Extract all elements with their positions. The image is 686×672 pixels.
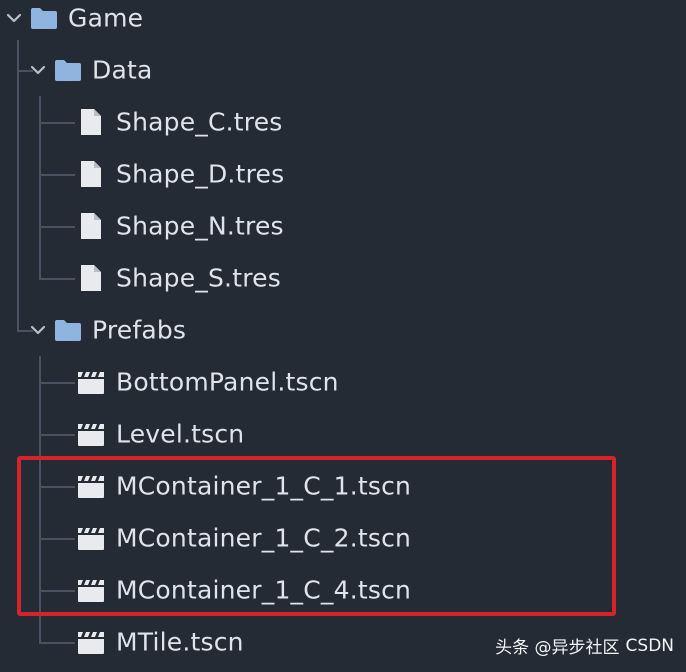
tree-row-scene[interactable]: MContainer_1_C_4.tscn [0, 564, 686, 616]
tree-row-file[interactable]: Shape_S.tres [0, 252, 686, 304]
clapperboard-icon [78, 632, 104, 654]
file-icon [81, 213, 101, 239]
file-icon [81, 265, 101, 291]
file-icon [81, 161, 101, 187]
clapperboard-icon [78, 528, 104, 550]
tree-label-file: Shape_S.tres [116, 263, 281, 293]
tree-row-file[interactable]: Shape_N.tres [0, 200, 686, 252]
file-icon [81, 109, 101, 135]
tree-row-file[interactable]: Shape_C.tres [0, 96, 686, 148]
tree-row-scene[interactable]: BottomPanel.tscn [0, 356, 686, 408]
tree-label-scene: MTile.tscn [116, 627, 244, 657]
tree-label-scene: MContainer_1_C_2.tscn [116, 523, 412, 553]
clapperboard-icon [78, 424, 104, 446]
chevron-down-icon[interactable] [30, 324, 46, 336]
tree-label-prefabs: Prefabs [92, 315, 187, 345]
tree-label-file: Shape_D.tres [116, 159, 285, 189]
folder-icon [55, 320, 81, 341]
tree-row-scene[interactable]: MContainer_1_C_2.tscn [0, 512, 686, 564]
tree-row-scene[interactable]: Level.tscn [0, 408, 686, 460]
tree-label-file: Shape_C.tres [116, 107, 283, 137]
tree-row-file[interactable]: Shape_D.tres [0, 148, 686, 200]
tree-label-scene: BottomPanel.tscn [116, 367, 339, 397]
tree-label-scene: Level.tscn [116, 419, 245, 449]
tree-label-file: Shape_N.tres [116, 211, 284, 241]
filesystem-dock: Game Data Shape_C.tres Shape_D.tres Shap… [0, 0, 686, 672]
tree-label-scene: MContainer_1_C_4.tscn [116, 575, 412, 605]
clapperboard-icon [78, 372, 104, 394]
watermark-overlay-text: CSDN [625, 635, 674, 656]
chevron-down-icon[interactable] [6, 12, 22, 24]
tree-label-scene: MContainer_1_C_1.tscn [116, 471, 412, 501]
watermark: 头条 @异步社区 CSDN [495, 633, 674, 659]
tree-row-game[interactable]: Game [0, 0, 686, 44]
tree-label-game: Game [68, 3, 144, 33]
tree-label-data: Data [92, 55, 153, 85]
folder-icon [31, 8, 57, 29]
tree-row-prefabs[interactable]: Prefabs [0, 304, 686, 356]
folder-icon [55, 60, 81, 81]
watermark-text: 头条 @异步社区 [495, 638, 620, 658]
chevron-down-icon[interactable] [30, 64, 46, 76]
clapperboard-icon [78, 580, 104, 602]
tree-row-data[interactable]: Data [0, 44, 686, 96]
tree-row-scene[interactable]: MContainer_1_C_1.tscn [0, 460, 686, 512]
clapperboard-icon [78, 476, 104, 498]
